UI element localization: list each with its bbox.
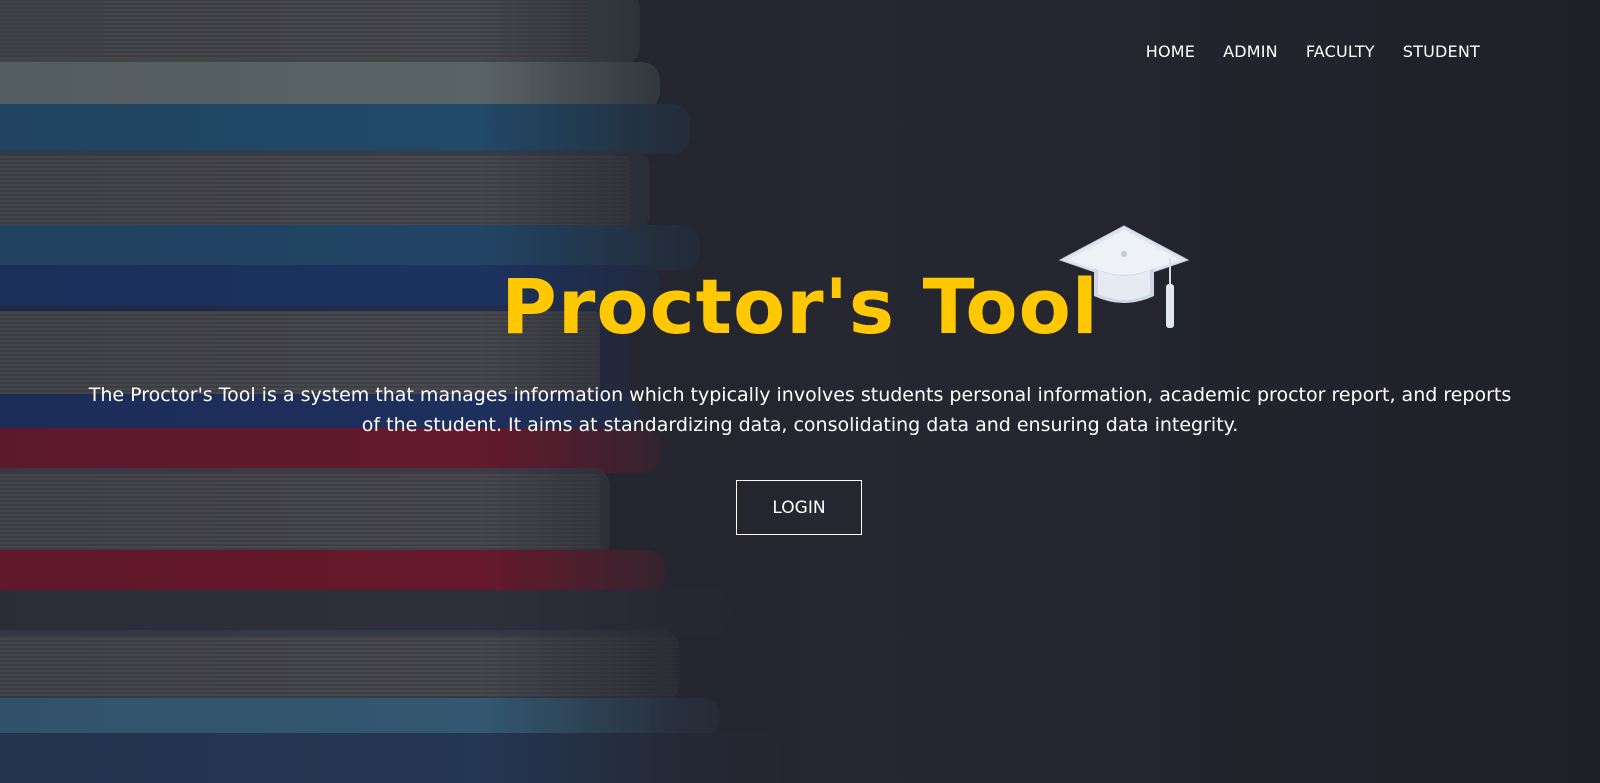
- hero-section: HOME ADMIN FACULTY STUDENT Proctor's Too…: [0, 0, 1600, 783]
- nav-home[interactable]: HOME: [1146, 42, 1195, 61]
- hero-description: The Proctor's Tool is a system that mana…: [88, 384, 1512, 436]
- top-nav: HOME ADMIN FACULTY STUDENT: [1146, 42, 1480, 61]
- nav-faculty[interactable]: FACULTY: [1306, 42, 1375, 61]
- graduation-cap-icon: [1058, 225, 1190, 328]
- nav-student[interactable]: STUDENT: [1403, 42, 1480, 61]
- login-button[interactable]: LOGIN: [736, 480, 862, 535]
- page-title: Proctor's Tool: [501, 262, 1099, 351]
- nav-admin[interactable]: ADMIN: [1223, 42, 1278, 61]
- title-wrapper: Proctor's Tool: [0, 220, 1600, 351]
